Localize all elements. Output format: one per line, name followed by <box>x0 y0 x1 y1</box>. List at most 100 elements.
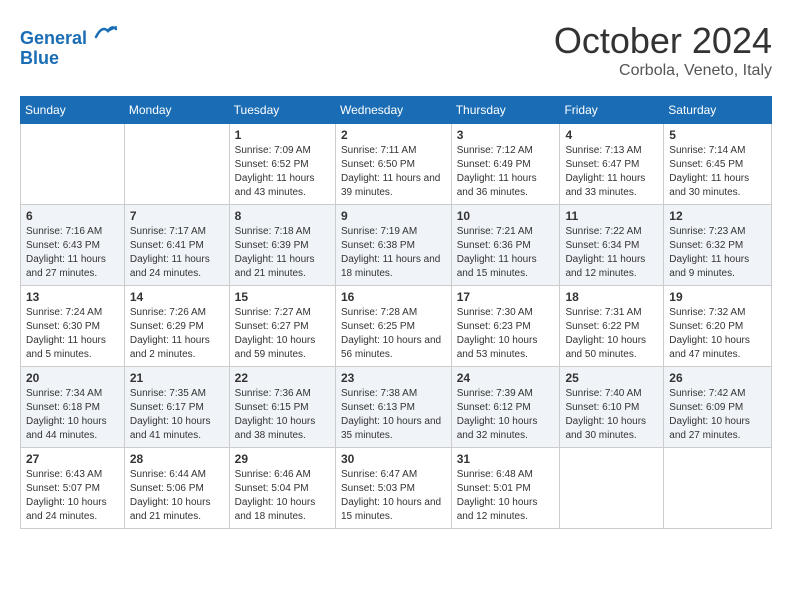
day-content: Sunrise: 7:26 AMSunset: 6:29 PMDaylight:… <box>130 306 224 362</box>
calendar-week-row: 27Sunrise: 6:43 AMSunset: 5:07 PMDayligh… <box>21 448 772 529</box>
day-content: Sunrise: 6:46 AMSunset: 5:04 PMDaylight:… <box>235 468 330 524</box>
calendar-cell: 9 Sunrise: 7:19 AMSunset: 6:38 PMDaylight… <box>336 205 452 286</box>
day-number: 18 <box>565 290 658 304</box>
calendar-cell: 19Sunrise: 7:32 AMSunset: 6:20 PMDayligh… <box>664 286 772 367</box>
day-number: 28 <box>130 452 224 466</box>
day-content: Sunrise: 7:28 AMSunset: 6:25 PMDaylight:… <box>341 306 446 362</box>
calendar-cell: 11 Sunrise: 7:22 AMSunset: 6:34 PMDayligh… <box>560 205 664 286</box>
day-number: 22 <box>235 371 330 385</box>
day-number: 12 <box>669 209 766 223</box>
calendar-cell: 23Sunrise: 7:38 AMSunset: 6:13 PMDayligh… <box>336 367 452 448</box>
day-content: Sunrise: 7:16 AMSunset: 6:43 PMDaylight:… <box>26 225 119 281</box>
day-content: Sunrise: 7:19 AMSunset: 6:38 PMDaylight:… <box>341 225 446 281</box>
day-number: 30 <box>341 452 446 466</box>
day-number: 5 <box>669 128 766 142</box>
day-number: 9 <box>341 209 446 223</box>
calendar-table: SundayMondayTuesdayWednesdayThursdayFrid… <box>20 96 772 529</box>
weekday-header: Tuesday <box>229 97 335 124</box>
day-number: 7 <box>130 209 224 223</box>
day-content: Sunrise: 7:21 AMSunset: 6:36 PMDaylight:… <box>457 225 555 281</box>
day-number: 1 <box>235 128 330 142</box>
weekday-header: Sunday <box>21 97 125 124</box>
day-content: Sunrise: 6:47 AMSunset: 5:03 PMDaylight:… <box>341 468 446 524</box>
day-number: 26 <box>669 371 766 385</box>
calendar-cell: 15 Sunrise: 7:27 AMSunset: 6:27 PMDayligh… <box>229 286 335 367</box>
calendar-cell: 27Sunrise: 6:43 AMSunset: 5:07 PMDayligh… <box>21 448 125 529</box>
day-number: 24 <box>457 371 555 385</box>
day-content: Sunrise: 7:30 AMSunset: 6:23 PMDaylight:… <box>457 306 555 362</box>
weekday-header: Wednesday <box>336 97 452 124</box>
weekday-header: Monday <box>124 97 229 124</box>
calendar-cell: 28 Sunrise: 6:44 AMSunset: 5:06 PMDayligh… <box>124 448 229 529</box>
calendar-cell: 6Sunrise: 7:16 AMSunset: 6:43 PMDaylight… <box>21 205 125 286</box>
day-number: 17 <box>457 290 555 304</box>
day-content: Sunrise: 6:48 AMSunset: 5:01 PMDaylight:… <box>457 468 555 524</box>
weekday-header: Friday <box>560 97 664 124</box>
calendar-cell: 12 Sunrise: 7:23 AMSunset: 6:32 PMDayligh… <box>664 205 772 286</box>
page-header: General Blue October 2024 Corbola, Venet… <box>20 20 772 80</box>
calendar-cell: 25 Sunrise: 7:40 AMSunset: 6:10 PMDayligh… <box>560 367 664 448</box>
day-number: 16 <box>341 290 446 304</box>
day-content: Sunrise: 7:40 AMSunset: 6:10 PMDaylight:… <box>565 387 658 443</box>
location-subtitle: Corbola, Veneto, Italy <box>554 62 772 80</box>
calendar-cell: 8 Sunrise: 7:18 AMSunset: 6:39 PMDaylight… <box>229 205 335 286</box>
title-block: October 2024 Corbola, Veneto, Italy <box>554 20 772 80</box>
day-number: 29 <box>235 452 330 466</box>
day-content: Sunrise: 7:09 AMSunset: 6:52 PMDaylight:… <box>235 144 330 200</box>
day-content: Sunrise: 7:31 AMSunset: 6:22 PMDaylight:… <box>565 306 658 362</box>
calendar-cell <box>560 448 664 529</box>
calendar-cell: 22 Sunrise: 7:36 AMSunset: 6:15 PMDayligh… <box>229 367 335 448</box>
day-content: Sunrise: 7:13 AMSunset: 6:47 PMDaylight:… <box>565 144 658 200</box>
day-content: Sunrise: 7:42 AMSunset: 6:09 PMDaylight:… <box>669 387 766 443</box>
day-content: Sunrise: 7:17 AMSunset: 6:41 PMDaylight:… <box>130 225 224 281</box>
day-content: Sunrise: 6:43 AMSunset: 5:07 PMDaylight:… <box>26 468 119 524</box>
day-content: Sunrise: 7:11 AMSunset: 6:50 PMDaylight:… <box>341 144 446 200</box>
calendar-cell: 5 Sunrise: 7:14 AMSunset: 6:45 PMDaylight… <box>664 124 772 205</box>
weekday-header: Thursday <box>451 97 560 124</box>
weekday-header-row: SundayMondayTuesdayWednesdayThursdayFrid… <box>21 97 772 124</box>
day-number: 11 <box>565 209 658 223</box>
calendar-cell: 7 Sunrise: 7:17 AMSunset: 6:41 PMDaylight… <box>124 205 229 286</box>
calendar-cell: 30 Sunrise: 6:47 AMSunset: 5:03 PMDayligh… <box>336 448 452 529</box>
day-number: 2 <box>341 128 446 142</box>
calendar-cell: 13Sunrise: 7:24 AMSunset: 6:30 PMDayligh… <box>21 286 125 367</box>
month-title: October 2024 <box>554 20 772 62</box>
day-content: Sunrise: 7:32 AMSunset: 6:20 PMDaylight:… <box>669 306 766 362</box>
day-number: 13 <box>26 290 119 304</box>
calendar-cell: 3 Sunrise: 7:12 AMSunset: 6:49 PMDaylight… <box>451 124 560 205</box>
calendar-cell: 18 Sunrise: 7:31 AMSunset: 6:22 PMDayligh… <box>560 286 664 367</box>
day-content: Sunrise: 7:27 AMSunset: 6:27 PMDaylight:… <box>235 306 330 362</box>
logo-bird-icon <box>94 20 118 44</box>
calendar-week-row: 13Sunrise: 7:24 AMSunset: 6:30 PMDayligh… <box>21 286 772 367</box>
calendar-cell: 20Sunrise: 7:34 AMSunset: 6:18 PMDayligh… <box>21 367 125 448</box>
day-content: Sunrise: 7:39 AMSunset: 6:12 PMDaylight:… <box>457 387 555 443</box>
day-number: 15 <box>235 290 330 304</box>
calendar-cell: 29 Sunrise: 6:46 AMSunset: 5:04 PMDayligh… <box>229 448 335 529</box>
day-number: 3 <box>457 128 555 142</box>
day-content: Sunrise: 7:12 AMSunset: 6:49 PMDaylight:… <box>457 144 555 200</box>
day-content: Sunrise: 7:36 AMSunset: 6:15 PMDaylight:… <box>235 387 330 443</box>
calendar-cell: 2 Sunrise: 7:11 AMSunset: 6:50 PMDaylight… <box>336 124 452 205</box>
day-number: 8 <box>235 209 330 223</box>
day-number: 21 <box>130 371 224 385</box>
day-content: Sunrise: 7:35 AMSunset: 6:17 PMDaylight:… <box>130 387 224 443</box>
calendar-cell: 10 Sunrise: 7:21 AMSunset: 6:36 PMDayligh… <box>451 205 560 286</box>
day-content: Sunrise: 7:18 AMSunset: 6:39 PMDaylight:… <box>235 225 330 281</box>
day-content: Sunrise: 7:14 AMSunset: 6:45 PMDaylight:… <box>669 144 766 200</box>
day-content: Sunrise: 7:23 AMSunset: 6:32 PMDaylight:… <box>669 225 766 281</box>
calendar-cell: 24 Sunrise: 7:39 AMSunset: 6:12 PMDayligh… <box>451 367 560 448</box>
calendar-cell: 21 Sunrise: 7:35 AMSunset: 6:17 PMDayligh… <box>124 367 229 448</box>
calendar-cell <box>664 448 772 529</box>
day-content: Sunrise: 7:34 AMSunset: 6:18 PMDaylight:… <box>26 387 119 443</box>
calendar-week-row: 20Sunrise: 7:34 AMSunset: 6:18 PMDayligh… <box>21 367 772 448</box>
logo-blue: Blue <box>20 48 59 68</box>
calendar-week-row: 6Sunrise: 7:16 AMSunset: 6:43 PMDaylight… <box>21 205 772 286</box>
calendar-cell: 17 Sunrise: 7:30 AMSunset: 6:23 PMDayligh… <box>451 286 560 367</box>
logo-general: General <box>20 28 87 48</box>
day-content: Sunrise: 7:22 AMSunset: 6:34 PMDaylight:… <box>565 225 658 281</box>
day-number: 25 <box>565 371 658 385</box>
day-number: 14 <box>130 290 224 304</box>
day-number: 10 <box>457 209 555 223</box>
day-number: 31 <box>457 452 555 466</box>
day-content: Sunrise: 6:44 AMSunset: 5:06 PMDaylight:… <box>130 468 224 524</box>
